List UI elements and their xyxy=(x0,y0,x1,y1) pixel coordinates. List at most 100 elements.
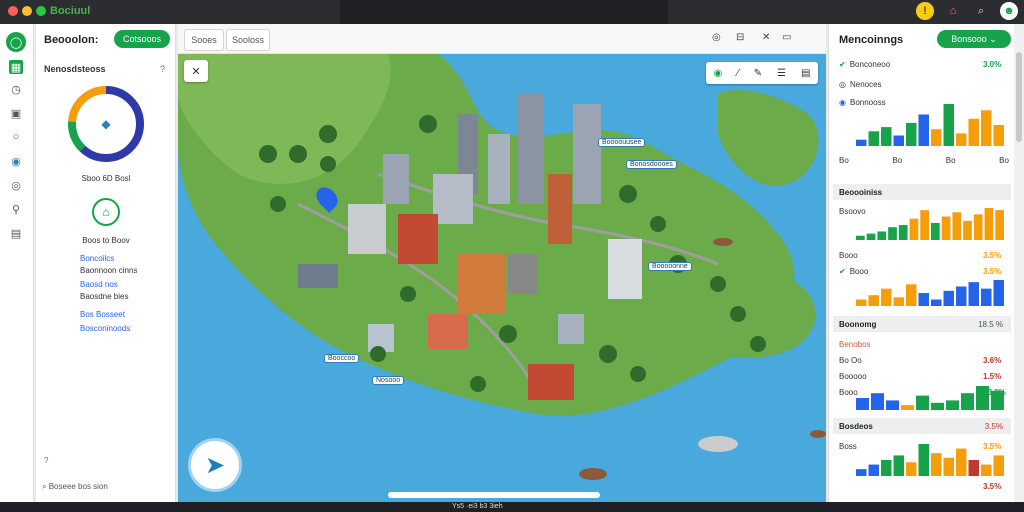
chart-bar xyxy=(968,282,979,306)
chart-bar xyxy=(981,110,992,146)
grid-icon[interactable]: ▦ xyxy=(9,60,23,74)
list-item[interactable]: Bos Bosseet xyxy=(80,310,125,319)
close-window-button[interactable] xyxy=(8,6,18,16)
list-item[interactable]: Bosconinoods xyxy=(80,324,130,333)
chart-bar xyxy=(931,402,944,410)
clock-icon[interactable]: ◷ xyxy=(9,82,23,96)
crosshair-icon[interactable]: ✕ xyxy=(184,60,208,82)
chart-bar xyxy=(898,225,908,240)
left-action-button[interactable]: Cotsooos xyxy=(114,30,170,48)
section-value: 3.5% xyxy=(984,421,1003,431)
chart-bar xyxy=(963,220,972,240)
help-icon[interactable]: ? xyxy=(44,456,48,465)
chart-bar xyxy=(920,210,929,240)
scrollbar[interactable] xyxy=(1014,24,1024,502)
stat-row: ◎ Nenoces xyxy=(839,80,882,89)
close-icon[interactable]: ✕ xyxy=(762,32,770,43)
stat-label: Booo xyxy=(849,267,869,276)
map-label[interactable]: Booccoo xyxy=(324,354,360,363)
chart-bar xyxy=(946,400,959,410)
search-input[interactable]: ⌕ Boseee bos sion xyxy=(42,482,108,492)
stat-value: 3.0% xyxy=(983,60,1002,69)
chart-bar xyxy=(993,125,1004,146)
map-label[interactable]: Booooonne xyxy=(648,262,692,271)
logo-icon[interactable]: ◯ xyxy=(6,32,26,52)
help-icon[interactable]: ? xyxy=(160,64,165,74)
chart-bar xyxy=(906,122,917,146)
chart-bar xyxy=(993,455,1004,476)
search-placeholder: Boseee bos sion xyxy=(48,482,108,491)
pin-icon[interactable]: ◉ xyxy=(713,68,722,79)
stat-row: ✔ Booo 3.5% xyxy=(839,267,1009,276)
panel-title: Mencoinngs xyxy=(839,34,904,46)
chart-legend: Bo Bo Bo Bo xyxy=(839,156,1009,165)
globe-icon[interactable]: ◉ xyxy=(9,154,23,168)
stat-label: Benobos xyxy=(839,340,871,349)
target-icon[interactable]: ◎ xyxy=(9,178,23,192)
chart-bar xyxy=(981,464,992,476)
chart-bar xyxy=(893,455,904,476)
stat-value: 3.5% xyxy=(983,267,1002,276)
list-item[interactable]: Baosd nos xyxy=(80,280,118,289)
chart-bar xyxy=(931,222,940,240)
panel-title: Beooolon: xyxy=(44,34,99,46)
minimize-window-button[interactable] xyxy=(22,6,32,16)
chart-bar xyxy=(984,208,994,240)
chart-bar xyxy=(906,284,917,306)
chart-bar xyxy=(976,386,989,410)
right-action-button[interactable]: Bonsooo ⌄ xyxy=(937,30,1011,48)
tab-tools[interactable]: Sooloss xyxy=(226,29,270,51)
section-title: Boonomg xyxy=(839,319,877,329)
chart-bar xyxy=(868,131,879,146)
layers-icon[interactable]: ☰ xyxy=(777,68,786,79)
avatar[interactable]: ☻ xyxy=(1000,2,1018,20)
check-icon: ✔ xyxy=(839,267,846,276)
chart-bar xyxy=(881,288,892,306)
bar-chart xyxy=(856,444,1004,476)
legend-item: Bo xyxy=(892,156,903,165)
chart-bar xyxy=(893,297,904,306)
map-label[interactable]: Bonosdoooes xyxy=(626,160,677,169)
chart-bar xyxy=(943,457,954,476)
chart-bar xyxy=(888,227,897,240)
chart-icon[interactable]: ▤ xyxy=(801,68,810,79)
right-panel: Mencoinngs Bonsooo ⌄ ✔ Bonconeoo 3.0% ◎ … xyxy=(828,24,1014,502)
chart-bar xyxy=(981,288,992,306)
info-icon[interactable]: ○ xyxy=(9,130,23,144)
home-icon[interactable]: ⌂ xyxy=(944,2,962,20)
rocket-icon[interactable]: ⚲ xyxy=(9,202,23,216)
map-tools: ◉ ⁄ ✎ ☰ ▤ xyxy=(706,62,818,84)
target-icon: ◎ xyxy=(839,80,846,89)
search-icon[interactable]: ⌕ xyxy=(972,2,990,20)
list-item[interactable]: Baonnoon cinns xyxy=(80,266,137,275)
tab-view[interactable]: Sooes xyxy=(184,29,224,51)
scrollbar-thumb[interactable] xyxy=(1016,52,1022,142)
map-label[interactable]: Nosooo xyxy=(372,376,405,385)
target-icon[interactable]: ◎ xyxy=(712,32,721,43)
app-title: Bociuul xyxy=(50,5,91,17)
chart-bar xyxy=(956,286,967,306)
list-item[interactable]: Boncoilcs xyxy=(80,254,114,263)
section-header: Bosdeos 3.5% xyxy=(833,418,1011,434)
edit-icon[interactable]: ✎ xyxy=(754,68,762,79)
bar-chart xyxy=(856,386,1004,410)
title-center-area xyxy=(340,0,668,24)
layers-icon[interactable]: ▣ xyxy=(9,106,23,120)
table-icon[interactable]: ▤ xyxy=(9,226,23,240)
notification-icon[interactable]: ! xyxy=(916,2,934,20)
map-canvas[interactable]: ✕ ◉ ⁄ ✎ ☰ ▤ Boooouusee Bonosdoooes Boooo… xyxy=(178,54,826,502)
donut-chart: ◆ xyxy=(68,86,144,162)
tv-icon[interactable]: ⊟ xyxy=(736,32,744,43)
legend-item: Bo xyxy=(999,156,1009,165)
chart-bar xyxy=(956,448,967,476)
section-header: Beoooiniss xyxy=(833,184,1011,200)
compass-icon[interactable]: ➤ xyxy=(188,438,242,492)
list-item[interactable]: Baosdne bies xyxy=(80,292,128,301)
map-label[interactable]: Boooouusee xyxy=(598,138,646,147)
camera-icon[interactable]: ▭ xyxy=(782,32,791,43)
chart-bar xyxy=(931,453,942,476)
brush-icon[interactable]: ⁄ xyxy=(737,68,739,79)
stat-value: 3.5% xyxy=(983,481,1002,491)
chart-bar xyxy=(993,280,1004,306)
maximize-window-button[interactable] xyxy=(36,6,46,16)
